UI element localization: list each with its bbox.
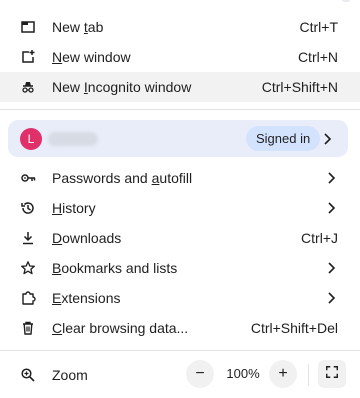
chrome-app-menu: New tab Ctrl+T New window Ctrl+N New Inc… (0, 0, 360, 398)
minus-icon: − (195, 365, 205, 382)
star-icon (20, 260, 36, 276)
menu-item-label: Bookmarks and lists (52, 260, 178, 276)
menu-item-history[interactable]: History (0, 193, 360, 223)
menu-item-label: Passwords and autofill (52, 170, 193, 186)
chevron-right-icon (326, 171, 336, 185)
zoom-separator (308, 364, 309, 386)
menu-top-edge (0, 0, 360, 2)
profile-name-redacted (48, 132, 98, 146)
menu-divider (0, 109, 360, 110)
menu-item-new-incognito-window[interactable]: New Incognito window Ctrl+Shift+N (0, 72, 360, 102)
shortcut-text: Ctrl+J (301, 230, 338, 246)
shortcut-text: Ctrl+Shift+N (261, 79, 338, 95)
menu-item-label: Clear browsing data... (52, 320, 189, 336)
zoom-row: Zoom − 100% + (0, 360, 360, 390)
menu-item-label: New Incognito window (52, 79, 192, 95)
menu-item-clear-browsing-data[interactable]: Clear browsing data... Ctrl+Shift+Del (0, 313, 360, 343)
menu-divider (0, 350, 360, 351)
menu-item-extensions[interactable]: Extensions (0, 283, 360, 313)
zoom-level: 100% (226, 366, 260, 381)
fullscreen-icon (325, 365, 339, 384)
chevron-right-icon (326, 201, 336, 215)
incognito-icon (20, 79, 36, 95)
shortcut-text: Ctrl+Shift+Del (250, 320, 338, 336)
profile-row[interactable]: L Signed in (8, 120, 348, 157)
signed-in-badge: Signed in (246, 126, 321, 151)
new-window-icon (20, 49, 36, 65)
menu-item-new-window[interactable]: New window Ctrl+N (0, 42, 360, 72)
menu-item-label: Downloads (52, 230, 122, 246)
trash-icon (20, 320, 36, 336)
menu-item-label: New window (52, 49, 131, 65)
menu-item-label: New tab (52, 19, 104, 35)
menu-item-passwords-and-autofill[interactable]: Passwords and autofill (0, 163, 360, 193)
chevron-right-icon (326, 291, 336, 305)
menu-item-downloads[interactable]: Downloads Ctrl+J (0, 223, 360, 253)
zoom-out-button[interactable]: − (186, 360, 214, 388)
chevron-right-icon (322, 132, 332, 146)
menu-corner-artifact (340, 0, 352, 2)
history-icon (20, 200, 36, 216)
avatar: L (20, 128, 42, 150)
zoom-label: Zoom (52, 367, 88, 383)
download-icon (20, 230, 36, 246)
shortcut-text: Ctrl+N (297, 49, 338, 65)
chevron-right-icon (326, 261, 336, 275)
shortcut-text: Ctrl+T (299, 19, 339, 35)
new-tab-icon (20, 19, 36, 35)
puzzle-icon (20, 290, 36, 306)
key-icon (20, 170, 36, 186)
plus-icon: + (278, 365, 288, 382)
zoom-icon (20, 367, 36, 383)
menu-item-label: Extensions (52, 290, 121, 306)
menu-item-new-tab[interactable]: New tab Ctrl+T (0, 12, 360, 42)
zoom-in-button[interactable]: + (269, 360, 297, 388)
menu-item-bookmarks-and-lists[interactable]: Bookmarks and lists (0, 253, 360, 283)
fullscreen-button[interactable] (318, 360, 346, 388)
menu-item-label: History (52, 200, 96, 216)
